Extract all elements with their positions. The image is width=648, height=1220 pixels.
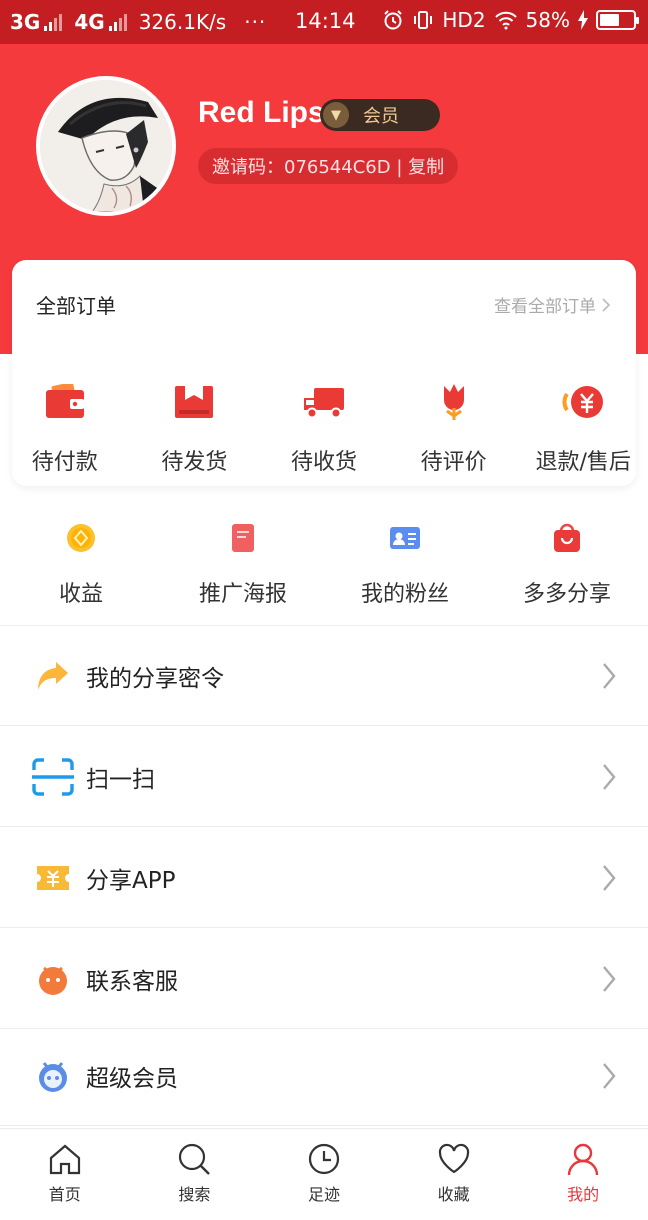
signal-icon <box>44 13 63 31</box>
hd-label: HD2 <box>442 8 486 32</box>
scan-icon <box>32 756 74 798</box>
poster-icon <box>225 520 261 556</box>
signal-icon <box>108 13 127 31</box>
status-bar: 3G 4G 326.1K/s ··· 14:14 HD2 58% <box>0 0 648 44</box>
share-arrow-icon <box>32 655 74 697</box>
truck-icon <box>302 380 346 424</box>
ticket-icon <box>32 857 74 899</box>
flower-icon <box>432 380 476 424</box>
order-pending-payment[interactable]: 待付款 <box>0 380 130 476</box>
clock-icon <box>308 1143 340 1175</box>
menu-label: 超级会员 <box>86 1065 178 1092</box>
chevron-right-icon <box>603 1062 616 1089</box>
orders-card: 全部订单 查看全部订单 待付款 待发货 待收货 待评价 退款/售后 <box>12 260 636 486</box>
order-pending-review[interactable]: 待评价 <box>389 380 519 476</box>
chevron-right-icon <box>603 662 616 689</box>
service-icon <box>32 958 74 1000</box>
gift-bag-icon <box>549 520 585 556</box>
bottom-nav: 首页 搜索 足迹 收藏 我的 <box>0 1128 648 1220</box>
menu-share-code[interactable]: 我的分享密令 <box>0 626 648 726</box>
order-label: 待评价 <box>420 450 487 475</box>
tool-label: 我的粉丝 <box>360 582 449 607</box>
tool-earnings[interactable]: 收益 <box>0 500 162 625</box>
wifi-icon <box>494 11 517 30</box>
charging-icon <box>578 10 588 30</box>
nav-footprints[interactable]: 足迹 <box>259 1129 389 1220</box>
order-label: 待收货 <box>290 450 357 475</box>
alarm-icon <box>384 10 403 30</box>
status-left: 3G 4G 326.1K/s ··· <box>10 10 266 34</box>
tools-row: 收益 推广海报 我的粉丝 多多分享 <box>0 500 648 626</box>
home-icon <box>49 1144 80 1175</box>
refund-icon <box>561 380 605 424</box>
nav-favorites[interactable]: 收藏 <box>389 1129 519 1220</box>
nav-search[interactable]: 搜索 <box>130 1129 260 1220</box>
tool-fans[interactable]: 我的粉丝 <box>324 500 486 625</box>
battery-icon <box>596 10 639 30</box>
menu-customer-service[interactable]: 联系客服 <box>0 929 648 1029</box>
menu-super-member[interactable]: 超级会员 <box>0 1026 648 1126</box>
order-status-row: 待付款 待发货 待收货 待评价 退款/售后 <box>0 380 648 476</box>
view-all-orders-link[interactable]: 查看全部订单 <box>494 292 610 317</box>
chevron-right-icon <box>603 763 616 790</box>
id-card-icon <box>387 520 423 556</box>
status-right: HD2 58% <box>382 8 639 32</box>
nav-label: 我的 <box>567 1185 600 1204</box>
network-3g-label: 3G <box>10 10 41 34</box>
network-4g-label: 4G <box>74 10 105 34</box>
tool-share-more[interactable]: 多多分享 <box>486 500 648 625</box>
search-icon <box>179 1143 211 1175</box>
chevron-right-icon <box>603 965 616 992</box>
tool-poster[interactable]: 推广海报 <box>162 500 324 625</box>
avatar[interactable] <box>36 76 176 216</box>
clock-time: 14:14 <box>295 9 356 33</box>
order-label: 退款/售后 <box>535 450 631 475</box>
wallet-icon <box>43 380 87 424</box>
vibrate-icon <box>414 11 433 29</box>
order-label: 待发货 <box>161 450 228 475</box>
tool-label: 推广海报 <box>198 582 287 607</box>
member-rank-icon: ▼ <box>323 102 349 128</box>
username: Red Lips <box>198 96 325 129</box>
menu-share-app[interactable]: 分享APP <box>0 828 648 928</box>
nav-mine[interactable]: 我的 <box>518 1129 648 1220</box>
member-badge[interactable]: ▼ 会员 <box>320 99 440 131</box>
battery-percent: 58% <box>525 8 570 32</box>
robot-icon <box>32 1055 74 1097</box>
chevron-right-icon <box>603 864 616 891</box>
nav-label: 搜索 <box>178 1185 211 1204</box>
chevron-right-icon <box>602 297 610 312</box>
nav-label: 足迹 <box>307 1185 340 1204</box>
orders-title: 全部订单 <box>36 294 116 318</box>
nav-home[interactable]: 首页 <box>0 1129 130 1220</box>
tool-label: 多多分享 <box>522 582 611 607</box>
order-pending-receipt[interactable]: 待收货 <box>259 380 389 476</box>
menu-label: 扫一扫 <box>86 766 155 793</box>
order-label: 待付款 <box>31 450 98 475</box>
nav-label: 首页 <box>48 1185 81 1204</box>
user-icon <box>567 1143 599 1176</box>
menu-scan[interactable]: 扫一扫 <box>0 727 648 827</box>
package-icon <box>172 380 216 424</box>
network-speed: 326.1K/s <box>138 10 227 34</box>
invite-code-pill[interactable]: 邀请码：076544C6D | 复制 <box>198 148 459 184</box>
nav-label: 收藏 <box>437 1185 470 1204</box>
view-all-orders-label: 查看全部订单 <box>494 297 596 317</box>
tool-label: 收益 <box>58 582 103 607</box>
menu-label: 分享APP <box>86 867 176 894</box>
order-pending-shipment[interactable]: 待发货 <box>130 380 260 476</box>
menu-label: 联系客服 <box>86 968 178 995</box>
member-badge-label: 会员 <box>363 106 399 127</box>
coin-icon <box>63 520 99 556</box>
heart-icon <box>438 1143 469 1174</box>
more-dots-icon: ··· <box>244 10 267 34</box>
order-refund[interactable]: 退款/售后 <box>518 380 648 476</box>
menu-label: 我的分享密令 <box>86 665 224 692</box>
